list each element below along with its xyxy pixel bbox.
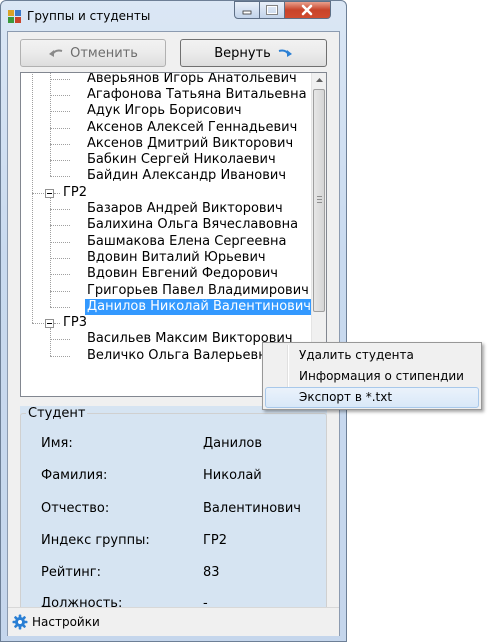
menu-item-label: Экспорт в *.txt xyxy=(299,390,393,404)
scroll-thumb[interactable] xyxy=(313,89,325,312)
tree-line xyxy=(50,307,70,308)
menu-item-label: Удалить студента xyxy=(299,348,414,362)
tree-line xyxy=(50,339,70,340)
redo-arrow-icon xyxy=(278,49,292,57)
tree-line xyxy=(32,193,44,194)
menu-item-delete-student[interactable]: Удалить студента xyxy=(265,345,479,366)
tree-line xyxy=(50,291,70,292)
tree-line xyxy=(50,95,70,96)
scroll-up-icon[interactable] xyxy=(312,73,327,88)
field-value: Данилов xyxy=(203,436,262,451)
app-icon xyxy=(8,10,21,23)
field-label: Отчество: xyxy=(41,501,110,516)
tree-line xyxy=(54,323,60,324)
tree-student-node[interactable]: Вдовин Виталий Юрьевич xyxy=(87,250,266,266)
tree-line xyxy=(50,128,70,129)
tree-line xyxy=(50,242,70,243)
tree-line xyxy=(50,144,70,145)
settings-label: Настройки xyxy=(32,615,100,629)
redo-label: Вернуть xyxy=(214,45,271,61)
menu-item-export-txt[interactable]: Экспорт в *.txt xyxy=(265,387,479,408)
maximize-button[interactable] xyxy=(260,1,285,19)
field-label: Рейтинг: xyxy=(41,565,102,580)
context-menu: Удалить студента Информация о стипендии … xyxy=(262,342,482,410)
window-title: Группы и студенты xyxy=(27,9,151,23)
tree-line xyxy=(32,323,44,324)
minimize-icon xyxy=(242,10,252,15)
menu-item-label: Информация о стипендии xyxy=(299,369,464,383)
redo-button[interactable]: Вернуть xyxy=(180,39,327,67)
tree-line xyxy=(50,198,51,307)
gear-icon xyxy=(12,614,28,630)
tree-line xyxy=(50,225,70,226)
maximize-icon xyxy=(266,5,278,15)
field-value: Валентинович xyxy=(203,501,301,516)
tree-student-node[interactable]: Балихина Ольга Вячеславовна xyxy=(87,217,298,233)
tree-line xyxy=(50,209,70,210)
tree-line xyxy=(50,328,51,356)
tree-line xyxy=(50,111,70,112)
tree-student-node[interactable]: Вдовин Евгений Федорович xyxy=(87,266,278,282)
student-groupbox-title: Студент xyxy=(26,406,88,421)
tree-student-node[interactable]: Башмакова Елена Сергеевна xyxy=(87,234,287,250)
undo-button[interactable]: Отменить xyxy=(20,39,166,67)
tree-line xyxy=(54,193,60,194)
student-groupbox: Студент Имя: Данилов Фамилия: Николай Отчест… xyxy=(20,406,327,611)
main-window: Группы и студенты Отменить Вернуть Групп… xyxy=(0,0,347,642)
menu-item-scholarship-info[interactable]: Информация о стипендии xyxy=(265,366,479,387)
tree-line xyxy=(50,176,70,177)
undo-arrow-icon xyxy=(49,49,63,57)
tree-student-node[interactable]: Бабкин Сергей Николаевич xyxy=(87,152,276,168)
field-value: Николай xyxy=(203,468,262,483)
client-area: Отменить Вернуть ГруппыГР1Аверьянов Игор… xyxy=(7,31,340,636)
tree-student-node[interactable]: Аксенов Дмитрий Викторович xyxy=(87,136,293,152)
close-icon xyxy=(301,4,313,16)
tree-student-node[interactable]: Базаров Андрей Викторович xyxy=(87,201,283,217)
tree-student-node-selected[interactable]: Данилов Николай Валентинович xyxy=(85,299,313,315)
tree-line xyxy=(32,73,33,323)
tree-line xyxy=(50,160,70,161)
field-label: Индекс группы: xyxy=(41,533,150,548)
field-value: 83 xyxy=(203,565,220,580)
tree-student-node[interactable]: Аксенов Алексей Геннадьевич xyxy=(87,120,297,136)
tree-student-node[interactable]: Величко Ольга Валерьевна xyxy=(87,348,275,364)
tree-line xyxy=(50,274,70,275)
field-label: Фамилия: xyxy=(41,468,108,483)
field-label: Имя: xyxy=(41,436,73,451)
tree-student-node[interactable]: Агафонова Татьяна Витальевна xyxy=(87,87,307,103)
close-button[interactable] xyxy=(285,1,331,19)
title-bar[interactable]: Группы и студенты xyxy=(1,1,346,31)
group-collapse-icon[interactable] xyxy=(45,189,54,198)
tree-group-node[interactable]: ГР2 xyxy=(63,185,87,201)
minimize-button[interactable] xyxy=(234,1,260,19)
tree-student-node[interactable]: Байдин Александр Иванович xyxy=(87,168,286,184)
status-bar: Настройки xyxy=(8,607,339,636)
tree-student-node[interactable]: Аверьянов Игорь Анатольевич xyxy=(87,73,297,87)
tree-line xyxy=(50,79,70,80)
tree-line xyxy=(50,258,70,259)
undo-label: Отменить xyxy=(70,45,138,61)
group-collapse-icon[interactable] xyxy=(45,319,54,328)
tree-line xyxy=(50,73,51,176)
field-value: ГР2 xyxy=(203,533,228,548)
settings-button[interactable]: Настройки xyxy=(12,614,100,630)
tree-line xyxy=(50,356,70,357)
tree-student-node[interactable]: Григорьев Павел Владимирович xyxy=(87,283,309,299)
tree-group-node[interactable]: ГР3 xyxy=(63,315,87,331)
tree-student-node[interactable]: Адук Игорь Борисович xyxy=(87,103,242,119)
